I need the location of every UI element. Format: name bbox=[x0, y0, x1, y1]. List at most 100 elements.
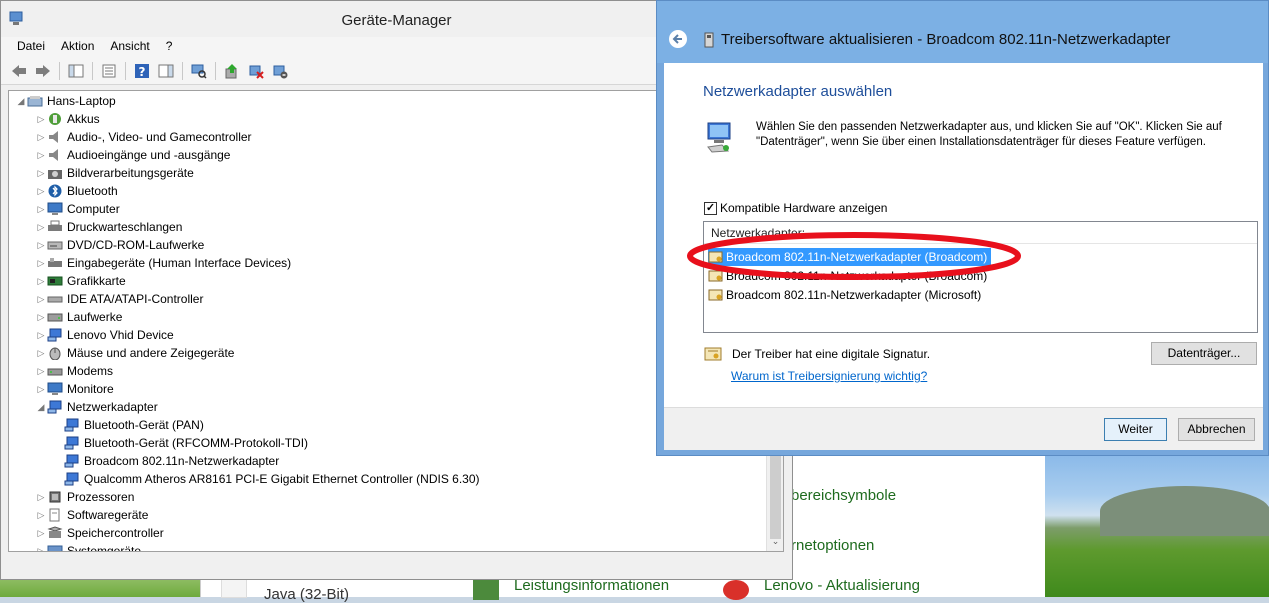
expand-arrow-icon[interactable]: ▷ bbox=[35, 240, 47, 251]
tree-item[interactable]: ▷ IDE ATA/ATAPI-Controller bbox=[35, 290, 204, 308]
tree-item-label: DVD/CD-ROM-Laufwerke bbox=[67, 238, 205, 252]
expand-arrow-icon[interactable]: ▷ bbox=[35, 546, 47, 552]
tree-item[interactable]: ◢ Netzwerkadapter bbox=[35, 398, 158, 416]
expand-arrow-icon[interactable]: ▷ bbox=[35, 258, 47, 269]
tree-item[interactable]: ▷ Grafikkarte bbox=[35, 272, 126, 290]
scan-hardware-button[interactable] bbox=[189, 61, 209, 81]
expand-arrow-icon[interactable]: ▷ bbox=[35, 186, 47, 197]
driver-signing-link[interactable]: Warum ist Treibersignierung wichtig? bbox=[731, 369, 927, 383]
expand-arrow-icon[interactable]: ▷ bbox=[35, 168, 47, 179]
display-adapter-icon bbox=[47, 276, 63, 286]
expand-arrow-icon[interactable]: ▷ bbox=[35, 204, 47, 215]
menu-action[interactable]: Aktion bbox=[53, 37, 102, 57]
have-disk-button[interactable]: Datenträger... bbox=[1151, 342, 1257, 365]
scroll-down-icon[interactable]: ⌄ bbox=[767, 534, 783, 551]
expand-arrow-icon[interactable]: ▷ bbox=[35, 132, 47, 143]
svg-text:?: ? bbox=[139, 65, 146, 79]
dialog-content: Netzwerkadapter auswählen Wählen Sie den… bbox=[664, 63, 1263, 407]
tree-item[interactable]: ▷ Softwaregeräte bbox=[35, 506, 149, 524]
tree-item[interactable]: ▷ Akkus bbox=[35, 110, 100, 128]
expand-arrow-icon[interactable]: ▷ bbox=[35, 384, 47, 395]
tree-item[interactable]: ▷ Audio-, Video- und Gamecontroller bbox=[35, 128, 252, 146]
back-button[interactable] bbox=[669, 30, 687, 48]
uninstall-button[interactable] bbox=[246, 61, 266, 81]
adapter-item-selected[interactable]: Broadcom 802.11n-Netzwerkadapter (Broadc… bbox=[708, 248, 992, 266]
back-button[interactable] bbox=[9, 61, 29, 81]
toolbar-separator bbox=[125, 61, 126, 80]
tree-item[interactable]: ▷ Speichercontroller bbox=[35, 524, 164, 542]
update-driver-button[interactable] bbox=[222, 61, 242, 81]
tree-item[interactable]: ▷ Systemgeräte bbox=[35, 542, 142, 552]
scrollbar-thumb[interactable] bbox=[770, 451, 781, 539]
action-pane-button[interactable] bbox=[156, 61, 176, 81]
tree-item[interactable]: ▷ Computer bbox=[35, 200, 120, 218]
arrow-right-icon bbox=[36, 64, 50, 77]
expand-arrow-icon[interactable]: ▷ bbox=[35, 312, 47, 323]
update-driver-dialog: Treibersoftware aktualisieren - Broadcom… bbox=[656, 0, 1269, 456]
tree-item[interactable]: Bluetooth-Gerät (PAN) bbox=[54, 416, 204, 434]
adapter-item[interactable]: Broadcom 802.11n-Netzwerkadapter (Micros… bbox=[708, 286, 985, 304]
tree-item-label: Bildverarbeitungsgeräte bbox=[67, 166, 194, 180]
tree-item-label: Audioeingänge und -ausgänge bbox=[67, 148, 231, 162]
properties-button[interactable] bbox=[99, 61, 119, 81]
tree-item[interactable]: ▷ Modems bbox=[35, 362, 113, 380]
tree-item[interactable]: Qualcomm Atheros AR8161 PCI-E Gigabit Et… bbox=[54, 470, 480, 488]
checkbox-label[interactable]: Kompatible Hardware anzeigen bbox=[720, 201, 887, 215]
expand-arrow-icon[interactable]: ▷ bbox=[35, 294, 47, 305]
tree-item[interactable]: Bluetooth-Gerät (RFCOMM-Protokoll-TDI) bbox=[54, 434, 308, 452]
tree-item[interactable]: ▷ DVD/CD-ROM-Laufwerke bbox=[35, 236, 205, 254]
tree-item[interactable]: ▷ Bildverarbeitungsgeräte bbox=[35, 164, 194, 182]
forward-button[interactable] bbox=[33, 61, 53, 81]
computer-icon bbox=[27, 96, 43, 107]
expand-arrow-icon[interactable]: ▷ bbox=[35, 348, 47, 359]
certificate-icon bbox=[704, 347, 722, 361]
tree-item-label: Hans-Laptop bbox=[47, 94, 116, 108]
expand-arrow-icon[interactable]: ▷ bbox=[35, 510, 47, 521]
tree-item[interactable]: ▷ Monitore bbox=[35, 380, 114, 398]
tree-item[interactable]: ▷ Lenovo Vhid Device bbox=[35, 326, 174, 344]
tree-item[interactable]: ▷ Laufwerke bbox=[35, 308, 123, 326]
control-panel-item[interactable]: Java (32-Bit) bbox=[264, 586, 349, 603]
menu-help[interactable]: ? bbox=[158, 37, 181, 57]
adapter-list[interactable]: Netzwerkadapter: Broadcom 802.11n-Netzwe… bbox=[703, 221, 1258, 333]
network-icon bbox=[64, 472, 79, 486]
expand-arrow-icon[interactable]: ▷ bbox=[35, 366, 47, 377]
next-button[interactable]: Weiter bbox=[1104, 418, 1167, 441]
disable-device-button[interactable] bbox=[270, 61, 290, 81]
help-button[interactable]: ? bbox=[132, 61, 152, 81]
expand-arrow-icon[interactable]: ▷ bbox=[35, 492, 47, 503]
adapter-item[interactable]: Broadcom 802.11n-Netzwerkadapter (Broadc… bbox=[708, 267, 991, 285]
tree-item[interactable]: Broadcom 802.11n-Netzwerkadapter bbox=[54, 452, 279, 470]
dialog-titlebar: Treibersoftware aktualisieren - Broadcom… bbox=[657, 1, 1268, 63]
printer-icon bbox=[48, 220, 62, 231]
certified-driver-icon bbox=[708, 289, 723, 300]
expand-arrow-icon[interactable]: ▷ bbox=[35, 276, 47, 287]
tree-item[interactable]: ▷ Bluetooth bbox=[35, 182, 118, 200]
expand-arrow-icon[interactable]: ▷ bbox=[35, 222, 47, 233]
expand-arrow-icon[interactable]: ▷ bbox=[35, 114, 47, 125]
tree-item[interactable]: ▷ Eingabegeräte (Human Interface Devices) bbox=[35, 254, 292, 272]
scan-hardware-icon bbox=[191, 64, 207, 79]
expand-arrow-icon[interactable]: ▷ bbox=[35, 528, 47, 539]
compatible-hardware-checkbox[interactable]: ✓ bbox=[704, 201, 717, 215]
compatible-hardware-checkbox-row[interactable]: ✓ Kompatible Hardware anzeigen bbox=[704, 201, 887, 215]
show-hide-console-tree-button[interactable] bbox=[66, 61, 86, 81]
collapse-arrow-icon[interactable]: ◢ bbox=[15, 96, 27, 107]
tree-item-label: Laufwerke bbox=[67, 310, 123, 324]
tree-item-label: Systemgeräte bbox=[67, 544, 142, 552]
menu-view[interactable]: Ansicht bbox=[102, 37, 157, 57]
expand-arrow-icon[interactable]: ▷ bbox=[35, 330, 47, 341]
control-panel-item[interactable]: rnetoptionen bbox=[791, 537, 874, 554]
performance-icon bbox=[473, 580, 499, 600]
tree-item[interactable]: ▷ Mäuse und andere Zeigegeräte bbox=[35, 344, 234, 362]
tree-item[interactable]: ▷ Druckwarteschlangen bbox=[35, 218, 183, 236]
update-driver-icon bbox=[225, 63, 237, 78]
tree-item[interactable]: ◢ Hans-Laptop bbox=[15, 92, 116, 110]
expand-arrow-icon[interactable]: ▷ bbox=[35, 150, 47, 161]
tree-item[interactable]: ▷ Audioeingänge und -ausgänge bbox=[35, 146, 231, 164]
collapse-arrow-icon[interactable]: ◢ bbox=[35, 402, 47, 413]
control-panel-item[interactable]: bereichsymbole bbox=[791, 487, 896, 504]
menu-file[interactable]: Datei bbox=[9, 37, 53, 57]
cancel-button[interactable]: Abbrechen bbox=[1178, 418, 1255, 441]
tree-item[interactable]: ▷ Prozessoren bbox=[35, 488, 135, 506]
